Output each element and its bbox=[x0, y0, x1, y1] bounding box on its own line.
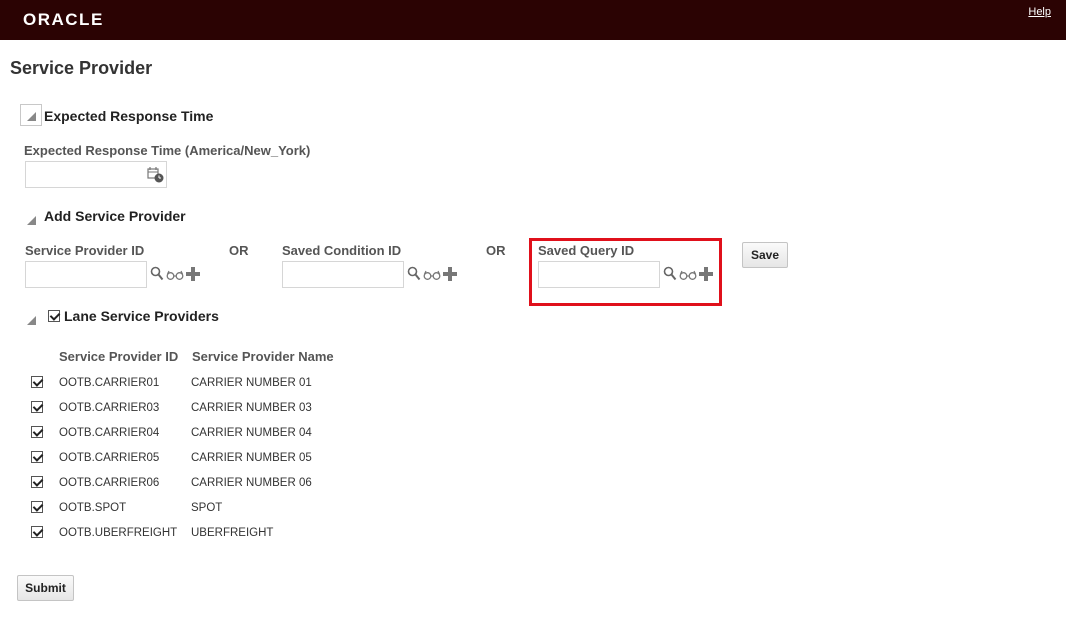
or-separator: OR bbox=[229, 243, 249, 258]
row-provider-name: CARRIER NUMBER 01 bbox=[191, 377, 312, 389]
row-provider-name: CARRIER NUMBER 03 bbox=[191, 402, 312, 414]
oracle-logo: ORACLE bbox=[23, 10, 104, 29]
row-checkbox[interactable] bbox=[31, 426, 43, 438]
collapse-triangle-icon bbox=[27, 112, 36, 121]
page-title: Service Provider bbox=[10, 58, 153, 78]
row-provider-id: OOTB.CARRIER03 bbox=[59, 402, 160, 414]
saved-condition-id-input[interactable] bbox=[282, 261, 404, 288]
service-provider-id-input[interactable] bbox=[25, 261, 147, 288]
expected-response-collapse-toggle[interactable] bbox=[20, 104, 42, 126]
row-provider-id: OOTB.CARRIER06 bbox=[59, 477, 160, 489]
row-checkbox[interactable] bbox=[31, 376, 43, 388]
save-button[interactable]: Save bbox=[742, 242, 788, 268]
row-checkbox[interactable] bbox=[31, 476, 43, 488]
add-provider-section-title: Add Service Provider bbox=[44, 208, 186, 224]
row-checkbox[interactable] bbox=[31, 401, 43, 413]
help-link[interactable]: Help bbox=[1028, 6, 1051, 18]
collapse-triangle-icon bbox=[27, 216, 36, 225]
view-glasses-icon[interactable] bbox=[166, 268, 184, 286]
expected-response-time-label: Expected Response Time (America/New_York… bbox=[24, 143, 311, 158]
date-time-picker-icon[interactable] bbox=[147, 166, 165, 189]
search-icon[interactable] bbox=[663, 266, 677, 287]
column-header-provider-id: Service Provider ID bbox=[59, 349, 179, 364]
service-provider-id-label: Service Provider ID bbox=[25, 243, 145, 258]
add-plus-icon[interactable] bbox=[186, 267, 200, 286]
add-plus-icon[interactable] bbox=[699, 267, 713, 286]
or-separator: OR bbox=[486, 243, 506, 258]
view-glasses-icon[interactable] bbox=[679, 268, 697, 286]
search-icon[interactable] bbox=[407, 266, 421, 287]
saved-query-id-input[interactable] bbox=[538, 261, 660, 288]
row-provider-id: OOTB.CARRIER05 bbox=[59, 452, 160, 464]
select-all-checkbox[interactable] bbox=[48, 310, 60, 322]
row-provider-id: OOTB.CARRIER01 bbox=[59, 377, 160, 389]
search-icon[interactable] bbox=[150, 266, 164, 287]
view-glasses-icon[interactable] bbox=[423, 268, 441, 286]
row-provider-name: CARRIER NUMBER 04 bbox=[191, 427, 312, 439]
row-provider-id: OOTB.UBERFREIGHT bbox=[59, 527, 178, 539]
add-provider-collapse-toggle[interactable] bbox=[27, 212, 36, 230]
lane-providers-collapse-toggle[interactable] bbox=[27, 312, 36, 330]
column-header-provider-name: Service Provider Name bbox=[192, 349, 334, 364]
submit-button[interactable]: Submit bbox=[17, 575, 74, 601]
row-checkbox[interactable] bbox=[31, 451, 43, 463]
top-bar: ORACLE Help bbox=[0, 0, 1066, 40]
collapse-triangle-icon bbox=[27, 316, 36, 325]
row-provider-name: UBERFREIGHT bbox=[191, 527, 274, 539]
row-provider-id: OOTB.CARRIER04 bbox=[59, 427, 160, 439]
row-provider-id: OOTB.SPOT bbox=[59, 502, 127, 514]
row-provider-name: SPOT bbox=[191, 502, 223, 514]
row-checkbox[interactable] bbox=[31, 526, 43, 538]
saved-query-id-label: Saved Query ID bbox=[538, 243, 635, 258]
row-checkbox[interactable] bbox=[31, 501, 43, 513]
row-provider-name: CARRIER NUMBER 06 bbox=[191, 477, 312, 489]
expected-response-section-title: Expected Response Time bbox=[44, 108, 214, 124]
lane-providers-section-title: Lane Service Providers bbox=[64, 308, 219, 324]
expected-response-time-input[interactable] bbox=[25, 161, 167, 188]
row-provider-name: CARRIER NUMBER 05 bbox=[191, 452, 312, 464]
add-plus-icon[interactable] bbox=[443, 267, 457, 286]
saved-condition-id-label: Saved Condition ID bbox=[282, 243, 402, 258]
